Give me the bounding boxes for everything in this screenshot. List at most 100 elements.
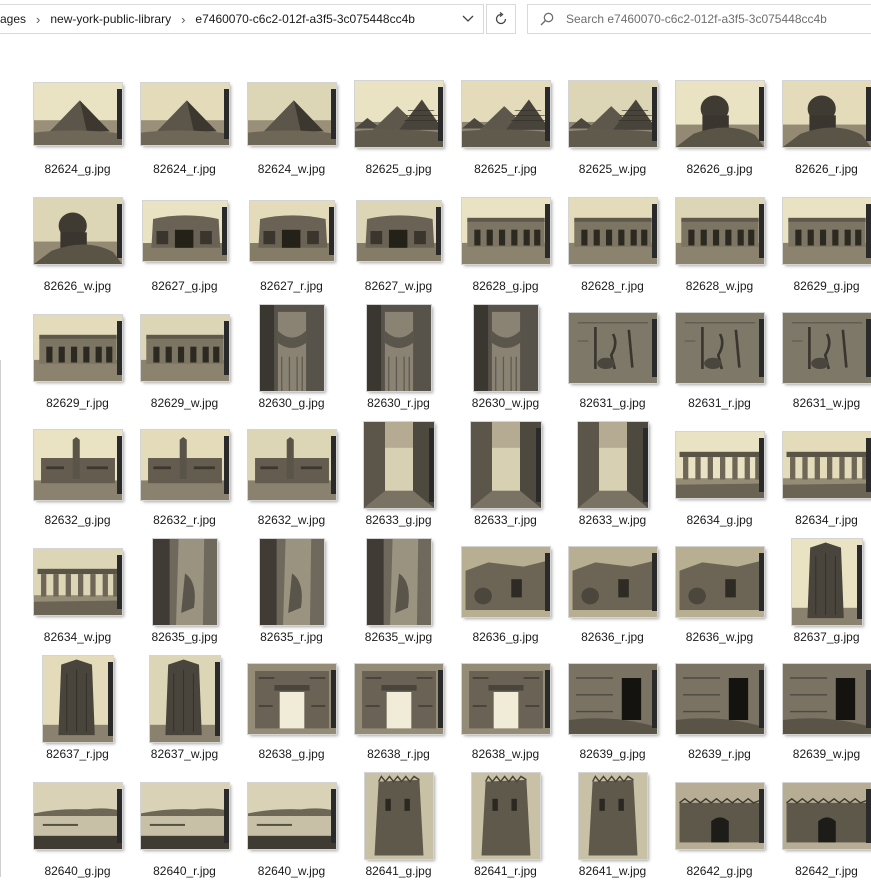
thumbnail-area[interactable] xyxy=(563,185,663,277)
image-thumbnail[interactable] xyxy=(248,83,336,145)
file-item[interactable]: 82634_r.jpg xyxy=(773,419,871,536)
image-thumbnail[interactable] xyxy=(34,83,122,145)
file-item[interactable]: 82631_w.jpg xyxy=(773,302,871,419)
file-item[interactable]: 82629_g.jpg xyxy=(773,185,871,302)
file-item[interactable]: 82638_g.jpg xyxy=(238,653,345,770)
file-item[interactable]: 82636_r.jpg xyxy=(559,536,666,653)
file-name[interactable]: 82632_g.jpg xyxy=(24,513,131,527)
thumbnail-area[interactable] xyxy=(563,302,663,394)
file-name[interactable]: 82642_g.jpg xyxy=(666,864,773,878)
image-thumbnail[interactable] xyxy=(676,432,764,498)
thumbnail-area[interactable] xyxy=(242,536,342,628)
image-thumbnail[interactable] xyxy=(783,432,871,498)
image-thumbnail[interactable] xyxy=(43,656,113,742)
thumbnail-area[interactable] xyxy=(28,653,128,745)
file-item[interactable]: 82630_w.jpg xyxy=(452,302,559,419)
file-name[interactable]: 82636_r.jpg xyxy=(559,630,666,644)
file-item[interactable]: 82627_w.jpg xyxy=(345,185,452,302)
thumbnail-area[interactable] xyxy=(28,536,128,628)
image-thumbnail[interactable] xyxy=(472,773,540,859)
image-thumbnail[interactable] xyxy=(579,773,647,859)
thumbnail-area[interactable] xyxy=(456,302,556,394)
file-name[interactable]: 82634_w.jpg xyxy=(24,630,131,644)
file-name[interactable]: 82624_w.jpg xyxy=(238,162,345,176)
thumbnail-area[interactable] xyxy=(135,536,235,628)
file-item[interactable]: 82640_w.jpg xyxy=(238,770,345,887)
thumbnail-area[interactable] xyxy=(456,653,556,745)
image-thumbnail[interactable] xyxy=(676,81,764,147)
thumbnail-area[interactable] xyxy=(670,770,770,862)
thumbnail-area[interactable] xyxy=(135,770,235,862)
file-name[interactable]: 82641_g.jpg xyxy=(345,864,452,878)
thumbnail-area[interactable] xyxy=(777,536,871,628)
thumbnail-area[interactable] xyxy=(242,653,342,745)
image-thumbnail[interactable] xyxy=(355,81,443,147)
file-item[interactable]: 82632_g.jpg xyxy=(24,419,131,536)
thumbnail-area[interactable] xyxy=(28,185,128,277)
file-item[interactable]: 82642_g.jpg xyxy=(666,770,773,887)
thumbnail-area[interactable] xyxy=(670,185,770,277)
file-item[interactable]: 82642_r.jpg xyxy=(773,770,871,887)
file-name[interactable]: 82634_g.jpg xyxy=(666,513,773,527)
thumbnail-area[interactable] xyxy=(135,185,235,277)
image-thumbnail[interactable] xyxy=(676,198,764,264)
thumbnail-area[interactable] xyxy=(670,419,770,511)
file-name[interactable]: 82640_g.jpg xyxy=(24,864,131,878)
thumbnail-area[interactable] xyxy=(28,419,128,511)
file-name[interactable]: 82632_r.jpg xyxy=(131,513,238,527)
image-thumbnail[interactable] xyxy=(365,773,433,859)
file-name[interactable]: 82640_w.jpg xyxy=(238,864,345,878)
image-thumbnail[interactable] xyxy=(462,664,550,734)
thumbnail-area[interactable] xyxy=(349,770,449,862)
file-name[interactable]: 82626_r.jpg xyxy=(773,162,871,176)
file-name[interactable]: 82627_g.jpg xyxy=(131,279,238,293)
file-item[interactable]: 82626_w.jpg xyxy=(24,185,131,302)
file-item[interactable]: 82624_r.jpg xyxy=(131,68,238,185)
image-thumbnail[interactable] xyxy=(783,313,871,383)
file-name[interactable]: 82625_w.jpg xyxy=(559,162,666,176)
thumbnail-area[interactable] xyxy=(135,419,235,511)
thumbnail-area[interactable] xyxy=(242,302,342,394)
image-thumbnail[interactable] xyxy=(34,430,122,500)
file-name[interactable]: 82631_g.jpg xyxy=(559,396,666,410)
file-name[interactable]: 82628_w.jpg xyxy=(666,279,773,293)
image-thumbnail[interactable] xyxy=(569,664,657,734)
file-name[interactable]: 82635_r.jpg xyxy=(238,630,345,644)
thumbnail-area[interactable] xyxy=(242,68,342,160)
file-item[interactable]: 82631_r.jpg xyxy=(666,302,773,419)
thumbnail-area[interactable] xyxy=(135,302,235,394)
thumbnail-area[interactable] xyxy=(349,536,449,628)
file-name[interactable]: 82631_r.jpg xyxy=(666,396,773,410)
thumbnail-area[interactable] xyxy=(563,536,663,628)
file-item[interactable]: 82638_r.jpg xyxy=(345,653,452,770)
file-name[interactable]: 82627_r.jpg xyxy=(238,279,345,293)
image-thumbnail[interactable] xyxy=(357,201,441,261)
file-name[interactable]: 82632_w.jpg xyxy=(238,513,345,527)
file-item[interactable]: 82625_w.jpg xyxy=(559,68,666,185)
file-name[interactable]: 82628_r.jpg xyxy=(559,279,666,293)
image-thumbnail[interactable] xyxy=(248,664,336,734)
file-name[interactable]: 82638_g.jpg xyxy=(238,747,345,761)
image-thumbnail[interactable] xyxy=(676,313,764,383)
image-thumbnail[interactable] xyxy=(783,783,871,849)
file-item[interactable]: 82625_g.jpg xyxy=(345,68,452,185)
image-thumbnail[interactable] xyxy=(260,305,324,391)
image-thumbnail[interactable] xyxy=(367,305,431,391)
thumbnail-area[interactable] xyxy=(670,653,770,745)
file-item[interactable]: 82629_r.jpg xyxy=(24,302,131,419)
image-thumbnail[interactable] xyxy=(676,664,764,734)
file-name[interactable]: 82630_g.jpg xyxy=(238,396,345,410)
image-thumbnail[interactable] xyxy=(248,783,336,849)
file-name[interactable]: 82626_w.jpg xyxy=(24,279,131,293)
image-thumbnail[interactable] xyxy=(569,81,657,147)
thumbnail-area[interactable] xyxy=(349,68,449,160)
thumbnail-area[interactable] xyxy=(349,419,449,511)
file-item[interactable]: 82624_g.jpg xyxy=(24,68,131,185)
file-item[interactable]: 82636_g.jpg xyxy=(452,536,559,653)
image-thumbnail[interactable] xyxy=(141,315,229,381)
image-thumbnail[interactable] xyxy=(141,430,229,500)
thumbnail-area[interactable] xyxy=(563,653,663,745)
file-name[interactable]: 82629_g.jpg xyxy=(773,279,871,293)
file-item[interactable]: 82635_r.jpg xyxy=(238,536,345,653)
file-item[interactable]: 82625_r.jpg xyxy=(452,68,559,185)
